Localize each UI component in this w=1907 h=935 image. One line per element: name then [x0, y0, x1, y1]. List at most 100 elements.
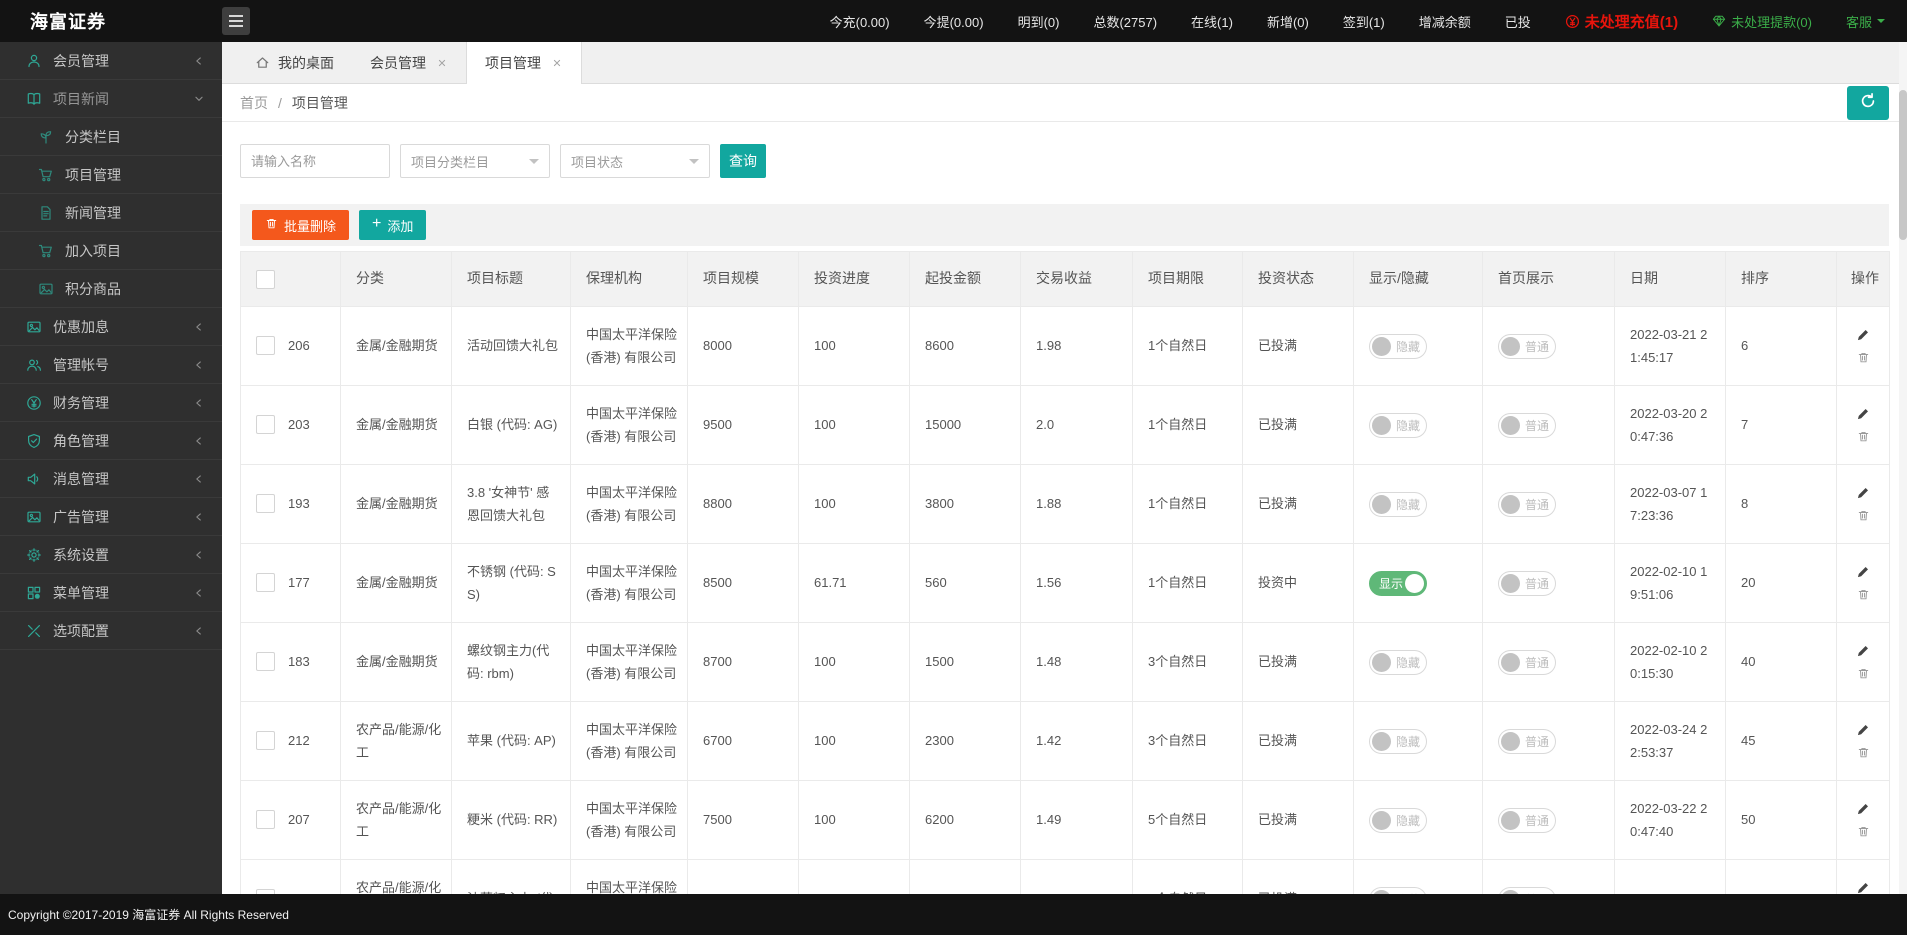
topbar-stat[interactable]: 今提(0.00) — [924, 12, 984, 31]
edit-icon[interactable] — [1856, 723, 1870, 737]
sidebar-item-label: 积分商品 — [65, 279, 121, 299]
row-checkbox[interactable] — [256, 336, 275, 355]
delete-icon[interactable] — [1857, 509, 1870, 522]
row-checkbox[interactable] — [256, 573, 275, 592]
row-checkbox[interactable] — [256, 810, 275, 829]
topbar-stat[interactable]: 增减余额 — [1419, 12, 1471, 31]
cell-date: 2022-03-24 22:53:37 — [1615, 702, 1726, 781]
visibility-toggle[interactable]: 隐藏 — [1369, 492, 1427, 517]
homepage-toggle[interactable]: 普通 — [1498, 650, 1556, 675]
topbar-stat[interactable]: 新增(0) — [1267, 12, 1309, 31]
cell-agency: 中国太平洋保险 (香港) 有限公司 — [571, 465, 688, 544]
scrollbar-thumb[interactable] — [1899, 90, 1907, 240]
topbar-stat[interactable]: 明到(0) — [1018, 12, 1060, 31]
sidebar-collapse-button[interactable] — [222, 7, 250, 35]
name-search-input[interactable] — [240, 144, 390, 178]
visibility-toggle[interactable]: 隐藏 — [1369, 887, 1427, 894]
delete-icon[interactable] — [1857, 588, 1870, 601]
homepage-toggle[interactable]: 普通 — [1498, 729, 1556, 754]
homepage-toggle[interactable]: 普通 — [1498, 571, 1556, 596]
close-tab-icon[interactable] — [551, 57, 563, 69]
cell-agency: 中国太平洋保险 (香港) 有限公司 — [571, 307, 688, 386]
edit-icon[interactable] — [1856, 407, 1870, 421]
tab-my-desktop[interactable]: 我的桌面 — [237, 42, 352, 83]
sidebar-item-label: 广告管理 — [53, 507, 109, 527]
delete-icon[interactable] — [1857, 667, 1870, 680]
visibility-toggle[interactable]: 隐藏 — [1369, 808, 1427, 833]
row-id: 193 — [288, 492, 310, 515]
visibility-toggle[interactable]: 隐藏 — [1369, 650, 1427, 675]
sidebar-item-admin-accounts[interactable]: 管理帐号 — [0, 346, 222, 384]
edit-icon[interactable] — [1856, 486, 1870, 500]
homepage-toggle[interactable]: 普通 — [1498, 808, 1556, 833]
sidebar-item-member-management[interactable]: 会员管理 — [0, 42, 222, 80]
sidebar-item-news-management[interactable]: 新闻管理 — [0, 194, 222, 232]
topbar-stat[interactable]: 今充(0.00) — [830, 12, 890, 31]
sidebar-item-ad-management[interactable]: 广告管理 — [0, 498, 222, 536]
scrollbar[interactable] — [1899, 42, 1907, 894]
row-checkbox[interactable] — [256, 494, 275, 513]
homepage-toggle[interactable]: 普通 — [1498, 413, 1556, 438]
sidebar-item-discount-interest[interactable]: 优惠加息 — [0, 308, 222, 346]
edit-icon[interactable] — [1856, 644, 1870, 658]
tab-project-management[interactable]: 项目管理 — [466, 42, 582, 84]
topbar-stat[interactable]: 已投 — [1505, 12, 1531, 31]
customer-service-menu[interactable]: 客服 — [1846, 12, 1885, 31]
search-button[interactable]: 查询 — [720, 144, 766, 178]
row-checkbox[interactable] — [256, 415, 275, 434]
cell-project-duration: 1个自然日 — [1133, 544, 1243, 623]
sidebar-item-option-config[interactable]: 选项配置 — [0, 612, 222, 650]
gear-icon — [26, 547, 42, 563]
delete-icon[interactable] — [1857, 351, 1870, 364]
delete-icon[interactable] — [1857, 746, 1870, 759]
visibility-toggle[interactable]: 隐藏 — [1369, 413, 1427, 438]
pending-recharge[interactable]: 未处理充值(1) — [1565, 11, 1678, 32]
cell-date: 2022-02-10 2 — [1615, 860, 1726, 895]
topbar-stat[interactable]: 签到(1) — [1343, 12, 1385, 31]
batch-delete-button[interactable]: 批量删除 — [252, 210, 349, 240]
sidebar-item-project-news[interactable]: 项目新闻 — [0, 80, 222, 118]
homepage-toggle[interactable]: 普通 — [1498, 492, 1556, 517]
row-checkbox[interactable] — [256, 652, 275, 671]
main-area: 我的桌面会员管理项目管理 首页 / 项目管理 项目分类栏目 项目状态 查询 批量… — [222, 42, 1907, 894]
edit-icon[interactable] — [1856, 802, 1870, 816]
visibility-toggle[interactable]: 隐藏 — [1369, 334, 1427, 359]
row-select-cell: 180 — [241, 860, 341, 895]
sidebar-item-system-settings[interactable]: 系统设置 — [0, 536, 222, 574]
sidebar-item-finance-management[interactable]: 财务管理 — [0, 384, 222, 422]
switch-label: 隐藏 — [1396, 418, 1420, 434]
edit-icon[interactable] — [1856, 328, 1870, 342]
sidebar-item-join-project[interactable]: 加入项目 — [0, 232, 222, 270]
project-category-select[interactable]: 项目分类栏目 — [400, 144, 550, 178]
topbar-stat[interactable]: 总数(2757) — [1093, 12, 1157, 31]
edit-icon[interactable] — [1856, 881, 1870, 894]
sidebar-item-project-management[interactable]: 项目管理 — [0, 156, 222, 194]
edit-icon[interactable] — [1856, 565, 1870, 579]
delete-icon[interactable] — [1857, 825, 1870, 838]
close-tab-icon[interactable] — [436, 57, 448, 69]
cell-category: 金属/金融期货 — [341, 623, 452, 702]
project-status-select[interactable]: 项目状态 — [560, 144, 710, 178]
refresh-button[interactable] — [1847, 86, 1889, 120]
image-icon — [38, 281, 54, 297]
homepage-toggle[interactable]: 普通 — [1498, 887, 1556, 894]
add-button[interactable]: + 添加 — [359, 210, 426, 240]
sidebar-item-category-columns[interactable]: 分类栏目 — [0, 118, 222, 156]
project-category-select-value: 项目分类栏目 — [411, 152, 489, 171]
sidebar-item-menu-management[interactable]: 菜单管理 — [0, 574, 222, 612]
breadcrumb-home-link[interactable]: 首页 — [240, 93, 268, 113]
topbar-stat[interactable]: 在线(1) — [1191, 12, 1233, 31]
topbar: 海富证券 今充(0.00)今提(0.00)明到(0)总数(2757)在线(1)新… — [0, 0, 1907, 42]
delete-icon[interactable] — [1857, 430, 1870, 443]
row-checkbox[interactable] — [256, 731, 275, 750]
visibility-toggle[interactable]: 隐藏 — [1369, 729, 1427, 754]
sidebar-item-message-management[interactable]: 消息管理 — [0, 460, 222, 498]
tab-member-management[interactable]: 会员管理 — [352, 42, 466, 83]
pending-withdraw[interactable]: 未处理提款(0) — [1712, 12, 1812, 31]
sidebar-item-points-goods[interactable]: 积分商品 — [0, 270, 222, 308]
row-id: 203 — [288, 413, 310, 436]
homepage-toggle[interactable]: 普通 — [1498, 334, 1556, 359]
sidebar-item-role-management[interactable]: 角色管理 — [0, 422, 222, 460]
select-all-checkbox[interactable] — [256, 270, 275, 289]
visibility-toggle[interactable]: 显示 — [1369, 571, 1427, 596]
